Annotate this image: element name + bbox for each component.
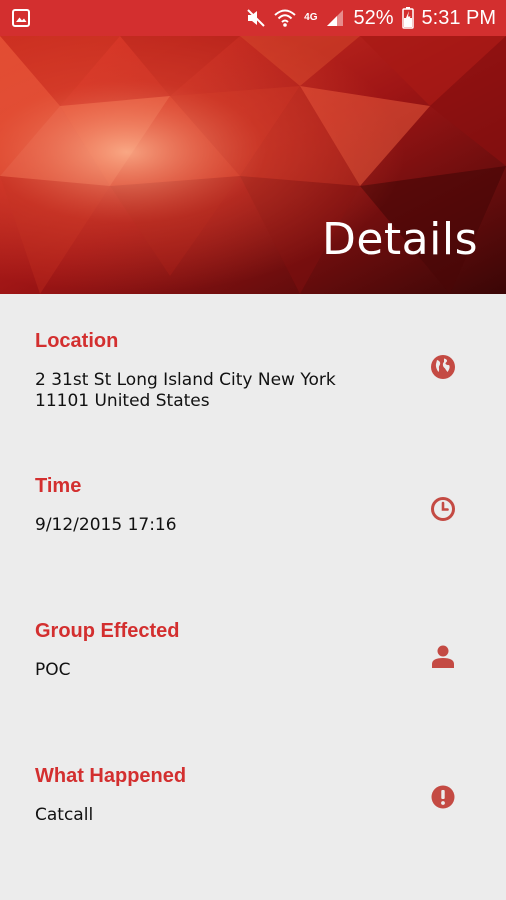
signal-icon bbox=[325, 8, 345, 28]
battery-charging-icon bbox=[401, 7, 414, 29]
what-happened-label: What Happened bbox=[35, 765, 187, 787]
location-value: 2 31st St Long Island City New York 1110… bbox=[35, 370, 336, 411]
time-value: 9/12/2015 17:16 bbox=[35, 515, 177, 535]
group-label: Group Effected bbox=[35, 620, 180, 642]
mute-icon bbox=[246, 8, 266, 28]
clock-icon bbox=[431, 497, 455, 521]
header-banner: Details bbox=[0, 36, 506, 294]
status-bar: 4G 52% 5:31 PM bbox=[0, 0, 506, 36]
location-section: Location 2 31st St Long Island City New … bbox=[0, 294, 506, 439]
what-happened-section: What Happened Catcall bbox=[0, 729, 506, 874]
what-happened-value: Catcall bbox=[35, 805, 94, 825]
group-value: POC bbox=[35, 660, 71, 680]
battery-percent: 52% bbox=[353, 6, 394, 29]
clock-time: 5:31 PM bbox=[421, 6, 496, 29]
details-list: Location 2 31st St Long Island City New … bbox=[0, 294, 506, 900]
group-section: Group Effected POC bbox=[0, 584, 506, 729]
time-section: Time 9/12/2015 17:16 bbox=[0, 439, 506, 584]
globe-icon bbox=[431, 355, 455, 379]
network-type-label: 4G bbox=[304, 12, 318, 23]
image-icon bbox=[12, 9, 30, 27]
alert-icon bbox=[431, 785, 455, 809]
location-label: Location bbox=[35, 330, 119, 352]
wifi-icon bbox=[274, 8, 296, 28]
time-label: Time bbox=[35, 475, 82, 497]
page-title: Details bbox=[321, 214, 478, 265]
person-icon bbox=[432, 645, 454, 668]
